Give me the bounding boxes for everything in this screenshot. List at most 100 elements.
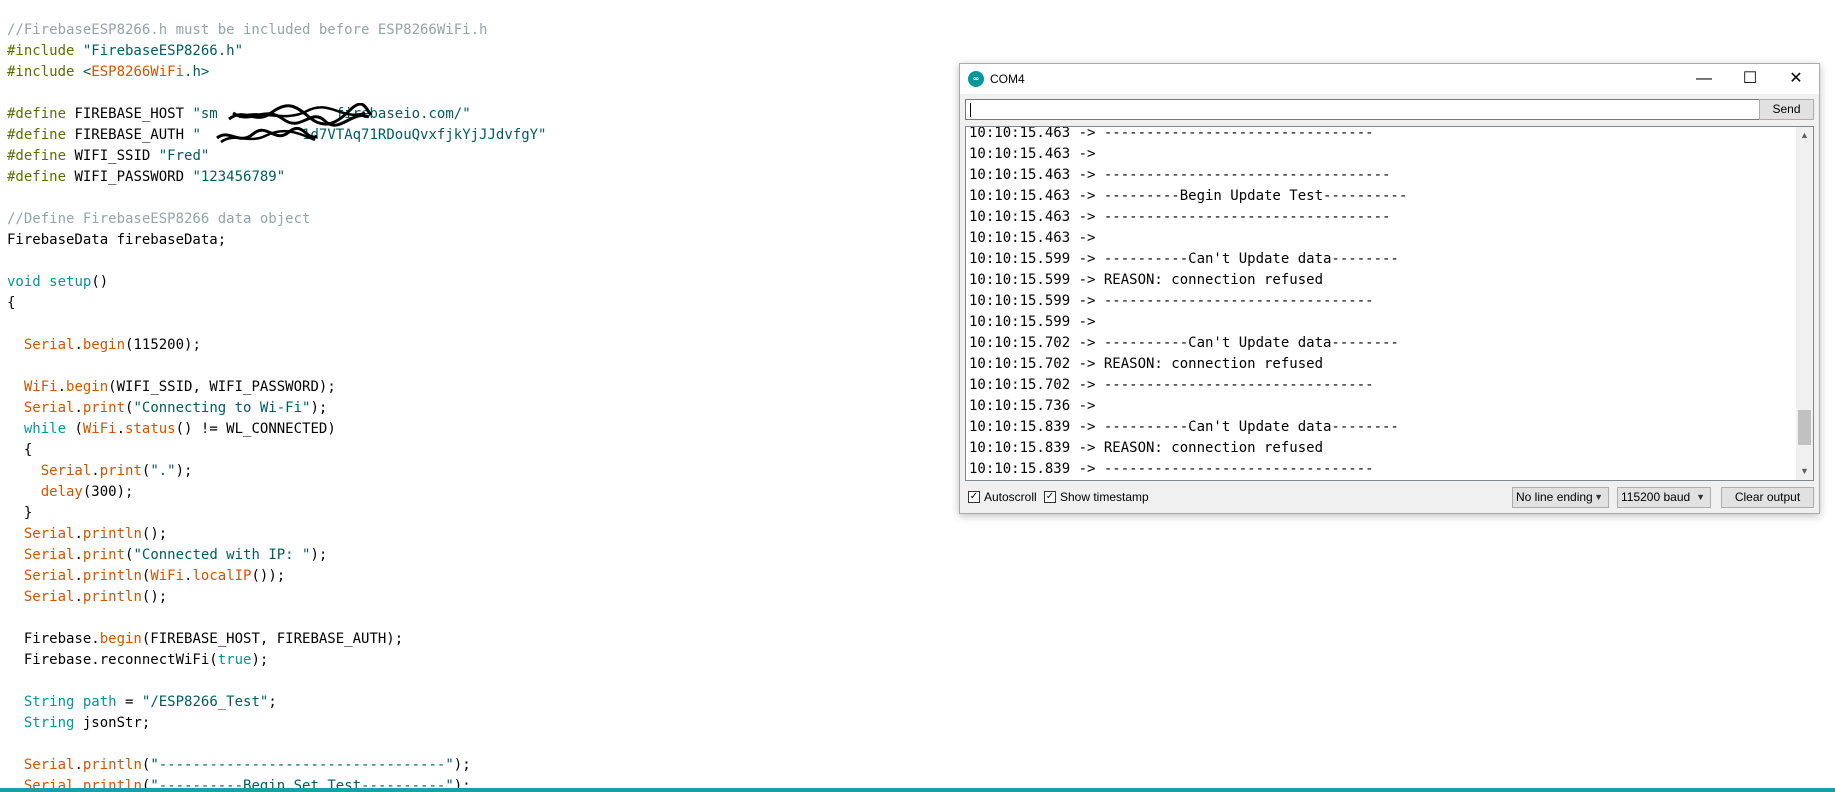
code-token: (); <box>141 526 168 542</box>
code-token: #define <box>7 127 75 143</box>
baud-rate-value: 115200 baud <box>1621 490 1691 504</box>
code-token: println <box>82 568 142 584</box>
code-token: (WIFI_SSID, WIFI_PASSWORD); <box>108 379 336 395</box>
code-token: print <box>99 463 142 479</box>
code-line: Serial.print("Connecting to Wi-Fi"); <box>7 398 546 419</box>
code-line: #define WIFI_SSID "Fred" <box>7 146 546 167</box>
code-token: () != WL_CONNECTED) <box>175 421 336 437</box>
code-token: //FirebaseESP8266.h must be included bef… <box>7 22 488 38</box>
output-line: 10:10:15.839 -> ------------------------… <box>969 461 1374 477</box>
serial-monitor-window: ∞ COM4 — ☐ ✕ Send 10:10:15.463 -> ------… <box>959 63 1820 514</box>
code-token: (FIREBASE_HOST, FIREBASE_AUTH); <box>141 631 404 647</box>
code-token: ); <box>310 547 328 563</box>
code-token: FIREBASE_HOST <box>74 106 193 122</box>
output-line: 10:10:15.736 -> <box>969 398 1104 414</box>
clear-output-button[interactable]: Clear output <box>1721 487 1814 508</box>
close-button[interactable]: ✕ <box>1773 64 1819 94</box>
chevron-down-icon: ▼ <box>1696 492 1705 502</box>
code-line: String path = "/ESP8266_Test"; <box>7 692 546 713</box>
code-token: "----------------------------------" <box>150 757 454 773</box>
output-line: 10:10:15.839 -> REASON: connection refus… <box>969 440 1324 456</box>
code-line: Serial.println(WiFi.localIP()); <box>7 566 546 587</box>
code-line: Serial.println("------------------------… <box>7 755 546 776</box>
vertical-scrollbar[interactable]: ▲ ▼ <box>1796 127 1813 480</box>
code-line: FirebaseData firebaseData; <box>7 230 546 251</box>
code-line: Firebase.reconnectWiFi(true); <box>7 650 546 671</box>
code-token: "sm <box>192 106 218 122</box>
code-token: String <box>23 694 75 710</box>
title-bar[interactable]: ∞ COM4 — ☐ ✕ <box>960 64 1819 94</box>
code-token: ); <box>251 652 269 668</box>
code-line: void setup() <box>7 272 546 293</box>
code-token: WiFi <box>150 568 185 584</box>
redaction-scribble <box>216 126 318 144</box>
code-token: Serial <box>23 337 75 353</box>
redaction-scribble <box>228 103 373 127</box>
scroll-down-arrow-icon[interactable]: ▼ <box>1796 463 1813 480</box>
code-token: "Connected with IP: " <box>133 547 311 563</box>
code-token: Firebase.reconnectWiFi( <box>7 652 218 668</box>
send-button[interactable]: Send <box>1759 99 1814 120</box>
scrollbar-thumb[interactable] <box>1798 410 1811 445</box>
code-token: = <box>116 694 142 710</box>
code-token: () <box>91 274 109 290</box>
baud-rate-select[interactable]: 115200 baud ▼ <box>1617 487 1711 508</box>
code-token: begin <box>82 337 126 353</box>
code-line: WiFi.begin(WIFI_SSID, WIFI_PASSWORD); <box>7 377 546 398</box>
code-token: ; <box>268 694 277 710</box>
send-input[interactable] <box>965 99 1760 120</box>
code-token: jsonStr; <box>74 715 151 731</box>
output-line: 10:10:15.463 -> <box>969 146 1104 162</box>
code-token: "Connecting to Wi-Fi" <box>133 400 311 416</box>
code-token: (); <box>141 589 168 605</box>
code-token: status <box>125 421 176 437</box>
code-token: 1d7VTAq71RDouQvxfjkYjJJdvfgY" <box>302 127 547 143</box>
code-token: ); <box>175 463 193 479</box>
code-token: #include <box>7 64 83 80</box>
autoscroll-checkbox[interactable]: ✓ <box>968 491 980 503</box>
code-token: WIFI_SSID <box>74 148 159 164</box>
code-token: FIREBASE_AUTH <box>74 127 193 143</box>
text-caret <box>970 103 971 117</box>
code-token: . <box>116 421 126 437</box>
serial-output[interactable]: 10:10:15.463 -> ------------------------… <box>965 126 1814 481</box>
line-ending-select[interactable]: No line ending ▼ <box>1512 487 1609 508</box>
code-token: . <box>74 568 83 584</box>
maximize-button[interactable]: ☐ <box>1727 64 1773 94</box>
code-token: String <box>23 715 75 731</box>
output-line: 10:10:15.599 -> REASON: connection refus… <box>969 272 1324 288</box>
code-token: println <box>82 589 142 605</box>
code-line: Serial.begin(115200); <box>7 335 546 356</box>
scroll-up-arrow-icon[interactable]: ▲ <box>1796 127 1813 144</box>
code-token: . <box>74 337 83 353</box>
code-line: #define WIFI_PASSWORD "123456789" <box>7 167 546 188</box>
code-token: FirebaseData firebaseData; <box>7 232 227 248</box>
show-timestamp-label[interactable]: Show timestamp <box>1060 489 1149 505</box>
autoscroll-label[interactable]: Autoscroll <box>984 489 1037 505</box>
code-token: "FirebaseESP8266.h" <box>82 43 244 59</box>
code-token: . <box>57 379 67 395</box>
code-token: setup <box>49 274 92 290</box>
minimize-button[interactable]: — <box>1681 64 1727 94</box>
arduino-icon-glyph: ∞ <box>973 74 979 83</box>
output-line: 10:10:15.599 -> ------------------------… <box>969 293 1374 309</box>
code-line: Serial.println(); <box>7 524 546 545</box>
code-token: Serial <box>23 568 75 584</box>
code-token: "123456789" <box>192 169 286 185</box>
code-token: Serial <box>23 547 75 563</box>
code-token: void <box>7 274 41 290</box>
output-line: 10:10:15.702 -> ------------------------… <box>969 377 1374 393</box>
show-timestamp-checkbox[interactable]: ✓ <box>1044 491 1056 503</box>
code-token: ESP8266WiFi <box>91 64 185 80</box>
code-token: #define <box>7 169 75 185</box>
code-token: . <box>74 757 83 773</box>
